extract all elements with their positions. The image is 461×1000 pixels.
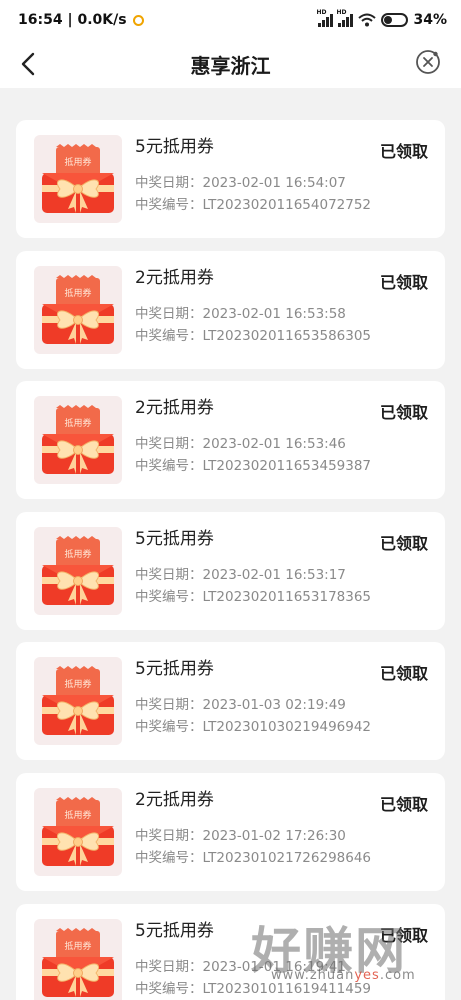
svg-text:抵用券: 抵用券 — [64, 417, 91, 429]
prize-record-card-5[interactable]: 抵用券 5元抵用券 已领取 中奖日期：2023-01-03 02:19:49 中… — [16, 642, 445, 761]
coupon-gift-image: 抵用券 — [34, 787, 122, 876]
coupon-gift-image: 抵用券 — [34, 918, 122, 1000]
prize-record-card-7[interactable]: 抵用券 5元抵用券 已领取 中奖日期：2023-01-01 16:19:41 中… — [16, 903, 445, 1000]
claim-status: 已领取 — [379, 142, 428, 161]
battery-level: 34% — [413, 12, 447, 28]
back-button[interactable] — [14, 50, 42, 78]
prize-title: 5元抵用券 — [135, 528, 214, 549]
close-miniapp-button[interactable] — [415, 49, 441, 75]
prize-number-value: LT202302011654072752 — [202, 197, 372, 213]
prize-number-label: 中奖编号： — [135, 719, 203, 736]
prize-date-label: 中奖日期： — [135, 566, 203, 583]
claim-status: 已领取 — [379, 664, 428, 684]
signal-icon-1: HD — [316, 9, 334, 27]
prize-date-label: 中奖日期： — [135, 827, 203, 844]
prize-date-line: 中奖日期：2023-01-02 17:26:30 — [135, 824, 346, 844]
claim-status: 已领取 — [379, 272, 428, 292]
svg-text:抵用券: 抵用券 — [64, 940, 91, 952]
prize-number-line: 中奖编号：LT202302011653459387 — [135, 454, 371, 474]
coupon-gift-image: 抵用券 — [34, 265, 122, 354]
prize-date-line: 中奖日期：2023-02-01 16:53:58 — [135, 302, 346, 322]
prize-number-value: LT202302011653586305 — [202, 327, 372, 344]
claim-status: 已领取 — [379, 403, 428, 423]
prize-date-value: 2023-01-01 16:19:41 — [202, 958, 346, 975]
svg-text:抵用券: 抵用券 — [64, 809, 91, 821]
prize-number-line: 中奖编号：LT202302011654072752 — [135, 193, 371, 213]
prize-number-line: 中奖编号：LT202302011653586305 — [135, 324, 371, 344]
prize-record-card-2[interactable]: 抵用券 2元抵用券 已领取 中奖日期：2023-02-01 16:53:58 中… — [16, 250, 445, 369]
prize-date-value: 2023-02-01 16:53:58 — [202, 305, 346, 322]
coupon-gift-image: 抵用券 — [34, 526, 122, 615]
prize-date-line: 中奖日期：2023-02-01 16:54:07 — [135, 171, 346, 191]
prize-number-value: LT202301030219496942 — [202, 719, 372, 736]
status-separator: | — [62, 12, 78, 28]
wifi-icon — [358, 13, 377, 27]
status-speed: 0.0K/s — [77, 12, 127, 28]
coupon-gift-image: 抵用券 — [34, 135, 122, 223]
prize-date-label: 中奖日期： — [135, 697, 203, 714]
prize-number-value: LT202302011653178365 — [202, 588, 372, 605]
prize-title: 5元抵用券 — [135, 659, 214, 680]
prize-number-line: 中奖编号：LT202301021726298646 — [135, 846, 371, 866]
claim-status: 已领取 — [379, 794, 428, 814]
prize-date-label: 中奖日期： — [135, 305, 203, 322]
claim-status: 已领取 — [379, 925, 428, 945]
battery-icon — [381, 13, 409, 27]
prize-title: 2元抵用券 — [135, 789, 214, 810]
prize-record-card-1[interactable]: 抵用券 5元抵用券 已领取 中奖日期：2023-02-01 16:54:07 中… — [16, 120, 445, 238]
claim-status: 已领取 — [379, 533, 428, 553]
prize-record-card-4[interactable]: 抵用券 5元抵用券 已领取 中奖日期：2023-02-01 16:53:17 中… — [16, 511, 445, 630]
prize-number-value: LT202301021726298646 — [202, 849, 372, 866]
prize-number-value: LT202301011619411459 — [202, 980, 372, 997]
prize-record-card-3[interactable]: 抵用券 2元抵用券 已领取 中奖日期：2023-02-01 16:53:46 中… — [16, 381, 445, 500]
prize-date-label: 中奖日期： — [135, 958, 203, 975]
prize-number-line: 中奖编号：LT202302011653178365 — [135, 585, 371, 605]
status-right: HD HD 34% — [316, 9, 447, 28]
prize-number-label: 中奖编号： — [135, 197, 203, 213]
coupon-gift-image: 抵用券 — [34, 657, 122, 746]
prize-date-line: 中奖日期：2023-01-03 02:19:49 — [135, 693, 346, 713]
prize-number-label: 中奖编号： — [135, 980, 203, 997]
prize-number-label: 中奖编号： — [135, 327, 203, 344]
status-left: 16:54 | 0.0K/s — [18, 12, 144, 28]
prize-date-value: 2023-02-01 16:53:46 — [202, 436, 346, 453]
signal-icon-2: HD — [336, 9, 354, 27]
prize-number-label: 中奖编号： — [135, 588, 203, 605]
prize-title: 2元抵用券 — [135, 267, 214, 288]
prize-number-label: 中奖编号： — [135, 849, 203, 866]
prize-date-value: 2023-01-03 02:19:49 — [202, 697, 346, 714]
prize-record-list: 抵用券 5元抵用券 已领取 中奖日期：2023-02-01 16:54:07 中… — [16, 120, 445, 1000]
svg-text:抵用券: 抵用券 — [64, 548, 91, 560]
svg-text:抵用券: 抵用券 — [64, 678, 91, 690]
prize-date-label: 中奖日期： — [135, 175, 203, 191]
prize-number-line: 中奖编号：LT202301011619411459 — [135, 977, 371, 997]
chevron-left-icon — [21, 52, 35, 76]
status-bar: 16:54 | 0.0K/s HD HD 34% — [0, 0, 461, 40]
status-time: 16:54 — [18, 12, 63, 28]
prize-number-line: 中奖编号：LT202301030219496942 — [135, 715, 371, 735]
notification-dot-icon — [132, 14, 144, 26]
prize-title: 5元抵用券 — [135, 137, 214, 157]
page-title: 惠享浙江 — [190, 53, 271, 78]
prize-date-line: 中奖日期：2023-02-01 16:53:17 — [135, 563, 346, 583]
prize-number-value: LT202302011653459387 — [202, 458, 372, 475]
prize-date-line: 中奖日期：2023-02-01 16:53:46 — [135, 432, 346, 452]
prize-date-value: 2023-02-01 16:53:17 — [202, 566, 346, 583]
hd-label-2: HD — [336, 9, 347, 16]
prize-date-value: 2023-02-01 16:54:07 — [202, 175, 346, 191]
prize-date-line: 中奖日期：2023-01-01 16:19:41 — [135, 955, 346, 975]
hd-label-1: HD — [316, 9, 327, 16]
coupon-gift-image: 抵用券 — [34, 396, 122, 485]
svg-text:抵用券: 抵用券 — [64, 287, 91, 299]
prize-title: 5元抵用券 — [135, 920, 214, 941]
prize-title: 2元抵用券 — [135, 398, 214, 419]
prize-record-card-6[interactable]: 抵用券 2元抵用券 已领取 中奖日期：2023-01-02 17:26:30 中… — [16, 772, 445, 891]
prize-date-label: 中奖日期： — [135, 436, 203, 453]
svg-text:抵用券: 抵用券 — [64, 156, 91, 168]
nav-bar: 惠享浙江 — [0, 40, 461, 88]
prize-date-value: 2023-01-02 17:26:30 — [202, 827, 346, 844]
prize-number-label: 中奖编号： — [135, 458, 203, 475]
